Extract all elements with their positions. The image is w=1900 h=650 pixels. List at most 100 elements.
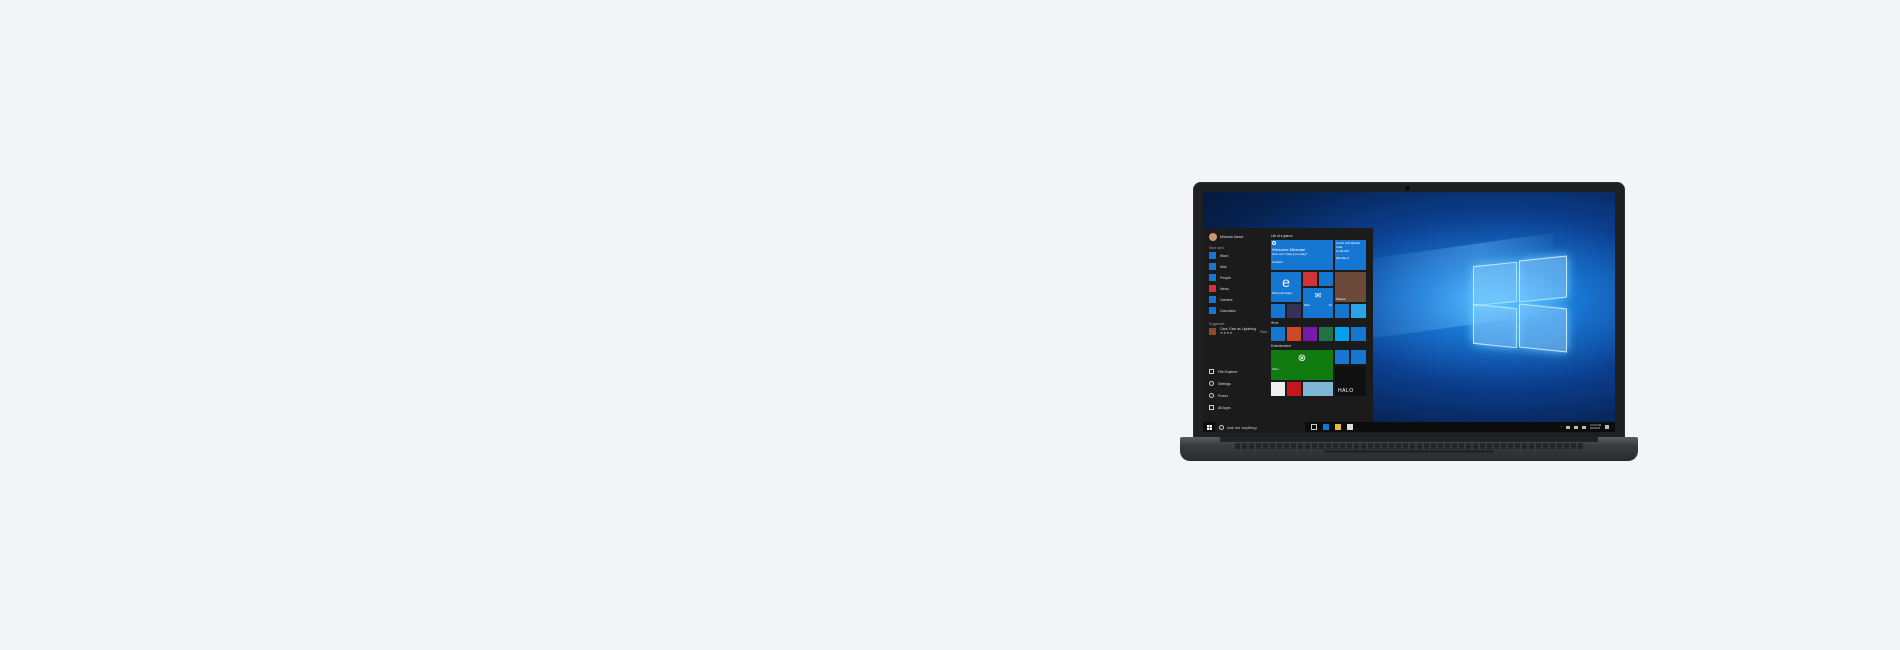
- suggested-app-rating: ★★★★: [1220, 330, 1233, 335]
- bottom-item-label: All Apps: [1218, 405, 1231, 410]
- laptop-screen: Miranda Vance Most used Word Mail People: [1203, 192, 1615, 432]
- cortana-subtitle: How can I help you today?: [1272, 252, 1308, 256]
- windows-logo-icon: [1473, 254, 1568, 354]
- task-view-icon[interactable]: [1311, 424, 1317, 430]
- movies-tile[interactable]: [1351, 350, 1366, 364]
- taskbar: Ask me anything ^ 10:30 AM 6/6/2015: [1203, 422, 1615, 432]
- app-label: People: [1220, 275, 1231, 280]
- notifications-icon[interactable]: [1605, 425, 1609, 429]
- xbox-label: Xbox: [1272, 367, 1279, 371]
- app-item-mail[interactable]: Mail: [1209, 263, 1226, 270]
- power-item[interactable]: Power: [1209, 393, 1228, 398]
- twitter-tile[interactable]: [1351, 304, 1366, 318]
- file-explorer-taskbar-icon[interactable]: [1335, 424, 1341, 430]
- people-tile[interactable]: [1271, 304, 1285, 318]
- apps-icon: [1209, 405, 1214, 410]
- app-label: Camera: [1220, 297, 1233, 302]
- app-label: Calculator: [1220, 308, 1236, 313]
- game-tile-3[interactable]: [1303, 382, 1333, 396]
- calendar-day: Monday 6: [1336, 256, 1350, 260]
- news-tile[interactable]: [1303, 272, 1317, 286]
- groove-tile[interactable]: [1335, 350, 1349, 364]
- chevron-up-icon[interactable]: ^: [1561, 426, 1562, 429]
- mail-icon: [1209, 263, 1216, 270]
- xbox-tile[interactable]: ⊗ Xbox: [1271, 350, 1333, 380]
- people-icon: [1209, 274, 1216, 281]
- start-menu: Miranda Vance Most used Word Mail People: [1203, 228, 1373, 422]
- news-icon: [1209, 285, 1216, 292]
- group-work: Work: [1271, 321, 1279, 325]
- folder-icon: [1209, 369, 1214, 374]
- user-account[interactable]: Miranda Vance: [1209, 233, 1243, 241]
- mail-label: Mail: [1304, 303, 1310, 307]
- group-life-at-a-glance: Life at a glance: [1271, 234, 1293, 238]
- laptop-base: [1180, 437, 1638, 461]
- bottom-item-label: Power: [1218, 393, 1228, 398]
- store-tile[interactable]: [1335, 304, 1349, 318]
- calendar-time: 11:00 AM: [1336, 249, 1349, 253]
- start-tiles: Life at a glance Welcome Miranda! How ca…: [1269, 228, 1373, 422]
- calculator-tile[interactable]: [1351, 327, 1366, 341]
- group-entertainment: Entertainment: [1271, 344, 1291, 348]
- avatar: [1209, 233, 1217, 241]
- wifi-icon[interactable]: [1574, 425, 1579, 429]
- windows-start-icon: [1206, 424, 1212, 430]
- excel-tile[interactable]: [1319, 327, 1333, 341]
- laptop-keyboard: [1235, 443, 1583, 449]
- laptop-trackpad: [1324, 450, 1494, 453]
- most-used-heading: Most used: [1209, 246, 1224, 250]
- game-tile-1[interactable]: [1271, 382, 1285, 396]
- mail-tile[interactable]: ✉ Mail 10: [1303, 288, 1333, 318]
- app-item-news[interactable]: News: [1209, 285, 1229, 292]
- mail-icon: ✉: [1314, 291, 1322, 300]
- laptop-hinge: [1220, 437, 1598, 442]
- edge-tile[interactable]: e Microsoft Edge: [1271, 272, 1301, 302]
- app-item-word[interactable]: Word: [1209, 252, 1228, 259]
- app-item-camera[interactable]: Camera: [1209, 296, 1232, 303]
- onenote-tile[interactable]: [1303, 327, 1317, 341]
- all-apps-item[interactable]: All Apps: [1209, 405, 1231, 410]
- file-explorer-item[interactable]: File Explorer: [1209, 369, 1238, 374]
- powerpoint-tile[interactable]: [1287, 327, 1301, 341]
- suggested-app-badge: Free: [1260, 329, 1268, 334]
- edge-taskbar-icon[interactable]: [1323, 424, 1329, 430]
- laptop-lid: Miranda Vance Most used Word Mail People: [1193, 182, 1625, 440]
- photos-small-tile[interactable]: [1319, 272, 1333, 286]
- cars-app-icon: [1209, 328, 1216, 335]
- start-menu-left: Miranda Vance Most used Word Mail People: [1203, 228, 1269, 422]
- halo-label: HALO: [1338, 388, 1354, 394]
- calendar-tile[interactable]: Lunch with Barbra Café 11:00 AM Monday 6: [1335, 240, 1366, 270]
- cortana-tile[interactable]: Welcome Miranda! How can I help you toda…: [1271, 240, 1333, 270]
- app-item-calculator[interactable]: Calculator: [1209, 307, 1236, 314]
- system-tray: ^ 10:30 AM 6/6/2015: [1561, 424, 1615, 430]
- power-icon: [1209, 393, 1214, 398]
- suggested-app[interactable]: Cars: Fast as Lightning ★★★★ Free: [1209, 327, 1268, 335]
- xbox-icon: ⊗: [1297, 353, 1307, 364]
- app-item-people[interactable]: People: [1209, 274, 1231, 281]
- settings-item[interactable]: Settings: [1209, 381, 1231, 386]
- user-name: Miranda Vance: [1220, 235, 1244, 239]
- battery-icon[interactable]: [1566, 425, 1571, 429]
- cortana-label: Cortana: [1272, 260, 1283, 264]
- start-button[interactable]: [1203, 422, 1215, 432]
- clock[interactable]: 10:30 AM 6/6/2015: [1590, 424, 1601, 430]
- outlook-tile[interactable]: [1271, 327, 1285, 341]
- cortana-search-icon: [1219, 424, 1224, 430]
- webcam-icon: [1405, 186, 1410, 191]
- contact-tile[interactable]: [1287, 304, 1301, 318]
- mail-count: 10: [1328, 303, 1332, 307]
- laptop: Miranda Vance Most used Word Mail People: [1180, 180, 1638, 470]
- photos-tile[interactable]: Photos: [1335, 272, 1366, 302]
- volume-icon[interactable]: [1582, 425, 1587, 429]
- taskbar-search[interactable]: Ask me anything: [1215, 422, 1305, 432]
- app-label: Word: [1220, 253, 1229, 258]
- skype-tile[interactable]: [1335, 327, 1349, 341]
- store-taskbar-icon[interactable]: [1347, 424, 1353, 430]
- app-label: News: [1220, 286, 1229, 291]
- camera-icon: [1209, 296, 1216, 303]
- suggested-heading: Suggested: [1209, 322, 1225, 326]
- halo-tile[interactable]: HALO: [1335, 366, 1366, 396]
- game-tile-2[interactable]: [1287, 382, 1301, 396]
- edge-icon: e: [1282, 274, 1290, 290]
- app-label: Mail: [1220, 264, 1227, 269]
